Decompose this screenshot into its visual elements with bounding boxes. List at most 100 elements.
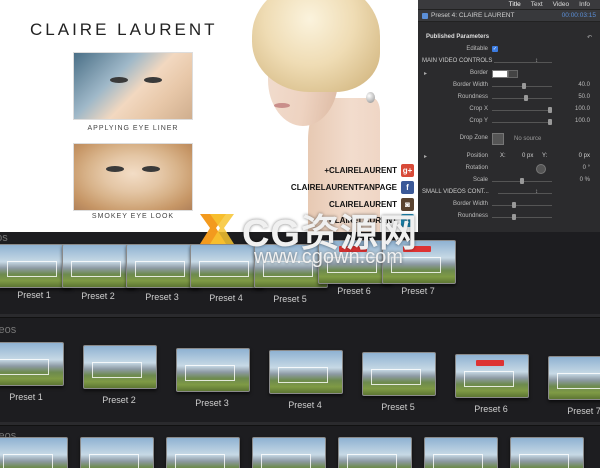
border-color-dropdown[interactable] [508,70,518,78]
reset-icon[interactable]: ↶ [587,34,592,41]
slider-knob[interactable] [512,202,516,208]
video-preview: CLAIRE LAURENT APPLYING EYE LINER SMOKEY… [0,0,418,232]
preset-label[interactable]: Preset 6 [455,404,527,414]
preset-label[interactable]: Preset 2 [83,395,155,405]
subscribe-badge [476,360,504,366]
crop-x-label: Crop X [469,106,488,112]
shelf-divider [0,314,600,318]
inspector-panel: Title Text Video Info Preset 4: CLAIRE L… [418,0,600,232]
preset-thumbnail[interactable] [176,348,250,392]
preset-label[interactable]: Preset 1 [0,290,70,300]
preset-thumbnail[interactable] [0,342,64,386]
editable-label: Editable [466,46,488,52]
small-roundness-label: Roundness [457,213,488,219]
published-parameters-heading: Published Parameters [426,34,490,40]
preset-label[interactable]: Preset 3 [126,292,198,302]
slider-knob[interactable] [548,119,552,125]
preset-label[interactable]: Preset 7 [548,406,600,416]
preset-label[interactable]: Preset 4 [269,400,341,410]
preset-thumbnail[interactable] [338,437,412,468]
drop-zone-well[interactable] [492,133,504,145]
roundness-row: Roundness 50.0 [418,94,600,104]
editable-checkbox[interactable]: ✓ [492,46,498,52]
stepper-icon[interactable]: ↕ [535,189,538,195]
tab-title[interactable]: Title [509,0,521,9]
small-videos-controls-row: SMALL VIDEOS CONT... ↕ [418,189,600,199]
google-plus-icon: g+ [401,164,414,177]
preset-thumbnail[interactable] [424,437,498,468]
crop-y-slider[interactable] [492,119,552,125]
disclosure-triangle-icon[interactable]: ▸ [424,70,427,77]
border-color-swatch[interactable] [492,70,508,78]
y-value[interactable]: 0 px [579,153,590,159]
category-title: ideos [0,324,17,336]
small-videos-controls-heading: SMALL VIDEOS CONT... [422,189,489,195]
preset-label[interactable]: Preset 5 [254,294,326,304]
watermark: CG资源网 www.cgown.com [196,202,446,272]
drop-zone-row: Drop Zone [418,135,600,145]
social-text: CLAIRELAURENTFANPAGE [290,183,397,192]
x-value[interactable]: 0 px [522,153,533,159]
preset-thumbnail[interactable] [362,352,436,396]
scale-slider[interactable] [492,178,552,184]
preset-thumbnail[interactable] [62,244,136,288]
rotation-value[interactable]: 0 ° [583,165,590,171]
preset-thumbnail[interactable] [252,437,326,468]
slider-knob[interactable] [520,178,524,184]
eye-shape [142,166,160,172]
preset-label[interactable]: Preset 3 [176,398,248,408]
scale-value[interactable]: 0 % [580,177,590,183]
social-link-facebook: CLAIRELAURENTFANPAGE f [291,181,414,194]
inspector-title: Preset 4: CLAIRE LAURENT [431,12,515,19]
preset-thumbnail[interactable] [269,350,343,394]
small-roundness-slider[interactable] [492,214,552,220]
thumbnail-label: APPLYING EYE LINER [87,125,179,132]
crop-x-slider[interactable] [492,107,552,113]
rotation-dial[interactable] [536,164,546,174]
crop-y-row: Crop Y 100.0 [418,118,600,128]
drop-zone-label: Drop Zone [459,135,488,141]
border-width-slider[interactable] [492,83,552,89]
small-border-width-slider[interactable] [492,202,552,208]
preset-label[interactable]: Preset 7 [382,286,454,296]
preset-thumbnail[interactable] [548,356,600,400]
preset-thumbnail[interactable] [455,354,529,398]
crop-y-label: Crop Y [469,118,488,124]
model-lips [274,103,290,108]
slider-knob[interactable] [548,107,552,113]
preset-thumbnail[interactable] [126,244,200,288]
preset-thumbnail[interactable] [80,437,154,468]
eye-shape [110,77,128,83]
tab-text[interactable]: Text [531,0,543,9]
preset-thumbnail[interactable] [510,437,584,468]
divider [494,62,552,63]
tab-video[interactable]: Video [553,0,570,9]
roundness-value[interactable]: 50.0 [578,94,590,100]
main-video-controls-row: MAIN VIDEO CONTROLS ↕ [418,58,600,68]
slider-knob[interactable] [524,95,528,101]
preset-thumbnail[interactable] [83,345,157,389]
social-link-google-plus: +CLAIRELAURENT g+ [324,164,414,177]
brand-title: CLAIRE LAURENT [30,20,218,39]
roundness-slider[interactable] [492,95,552,101]
preset-label[interactable]: Preset 4 [190,293,262,303]
preset-label[interactable]: Preset 1 [0,392,62,402]
slider-knob[interactable] [512,214,516,220]
preset-label[interactable]: Preset 2 [62,291,134,301]
preset-label[interactable]: Preset 5 [362,402,434,412]
crop-y-value[interactable]: 100.0 [575,118,590,124]
stepper-icon[interactable]: ↕ [535,58,538,64]
facebook-icon: f [401,181,414,194]
preset-thumbnail[interactable] [166,437,240,468]
slider-knob[interactable] [522,83,526,89]
border-width-value[interactable]: 40.0 [578,82,590,88]
tab-info[interactable]: Info [579,0,590,9]
model-hair [252,0,380,92]
preset-thumbnail[interactable] [0,437,68,468]
preset-label[interactable]: Preset 6 [318,286,390,296]
crop-x-value[interactable]: 100.0 [575,106,590,112]
cg-logo-icon [200,214,234,244]
disclosure-triangle-icon[interactable]: ▸ [424,153,427,160]
main-video-controls-heading: MAIN VIDEO CONTROLS [422,58,493,64]
no-source-text: No source [514,136,542,142]
